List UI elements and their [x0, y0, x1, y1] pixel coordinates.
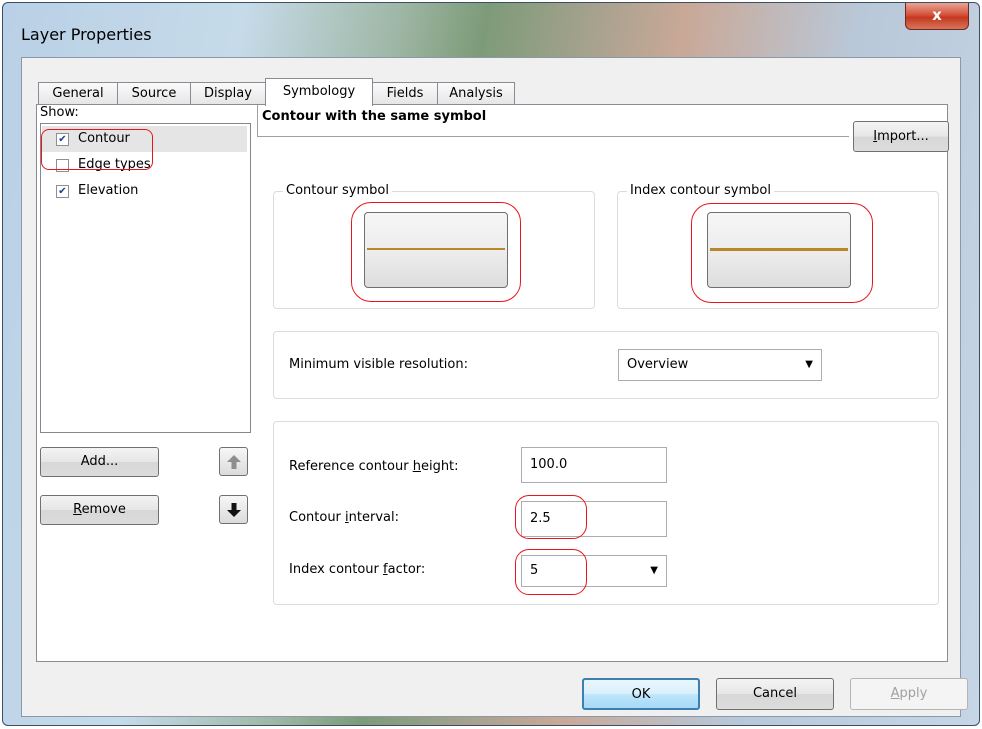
reference-height-label: Reference contour height: [289, 459, 459, 474]
edge-types-checkbox[interactable] [56, 159, 69, 172]
title-bar: Layer Properties x [3, 3, 979, 57]
contour-interval-input[interactable]: 2.5 [521, 501, 667, 537]
chevron-down-icon: ▼ [650, 565, 658, 576]
chevron-down-icon: ▼ [805, 359, 813, 370]
contour-line-swatch [367, 248, 505, 250]
index-symbol-label: Index contour symbol [627, 183, 774, 198]
show-item-label: Contour [78, 131, 130, 146]
index-symbol-button[interactable] [707, 212, 851, 288]
close-button[interactable]: x [905, 3, 969, 30]
contour-interval-label: Contour interval: [289, 510, 400, 525]
import-button[interactable]: Import... [853, 121, 949, 152]
tab-symbology[interactable]: Symbology [265, 78, 373, 106]
tab-source[interactable]: Source [117, 82, 191, 104]
remove-accel: R [73, 502, 82, 517]
index-factor-select[interactable]: 5 ▼ [521, 555, 667, 587]
elevation-checkbox[interactable]: ✔ [56, 185, 69, 198]
apply-button[interactable]: Apply [850, 678, 968, 710]
show-item-contour[interactable]: ✔ Contour [42, 126, 247, 152]
contour-symbol-button[interactable] [364, 212, 508, 288]
show-label: Show: [40, 105, 79, 120]
show-list[interactable]: ✔ Contour Edge types ✔ Elevation [40, 123, 251, 433]
ok-button[interactable]: OK [582, 678, 700, 710]
window-title: Layer Properties [21, 25, 152, 44]
import-accel: I [873, 129, 878, 144]
index-line-swatch [710, 248, 848, 251]
tab-analysis[interactable]: Analysis [437, 82, 515, 104]
show-item-elevation[interactable]: ✔ Elevation [42, 178, 247, 204]
index-factor-label: Index contour factor: [289, 562, 426, 577]
show-item-edge-types[interactable]: Edge types [42, 152, 247, 178]
reference-height-input[interactable]: 100.0 [521, 447, 667, 483]
tab-display[interactable]: Display [190, 82, 266, 104]
move-up-button[interactable] [219, 447, 248, 476]
min-resolution-select[interactable]: Overview ▼ [618, 349, 822, 381]
layer-properties-window: Layer Properties x General Source Displa… [2, 2, 980, 726]
remove-button[interactable]: Remove [40, 495, 159, 525]
contour-symbol-label: Contour symbol [283, 183, 392, 198]
symbology-panel: Show: ✔ Contour Edge types ✔ Elevation A… [36, 104, 949, 662]
index-factor-value: 5 [530, 563, 539, 578]
show-item-label: Edge types [78, 157, 151, 172]
show-item-label: Elevation [78, 183, 139, 198]
arrow-up-icon [226, 455, 241, 469]
min-resolution-value: Overview [627, 357, 689, 372]
close-icon: x [932, 6, 942, 24]
tab-fields[interactable]: Fields [372, 82, 438, 104]
add-button[interactable]: Add... [40, 447, 159, 477]
min-resolution-label: Minimum visible resolution: [289, 357, 468, 372]
apply-accel: A [890, 686, 900, 701]
dialog-frame: General Source Display Symbology Fields … [21, 57, 968, 717]
tab-general[interactable]: General [38, 82, 118, 104]
contour-checkbox[interactable]: ✔ [56, 133, 69, 146]
arrow-down-icon [226, 503, 241, 517]
move-down-button[interactable] [219, 495, 248, 524]
cancel-button[interactable]: Cancel [716, 678, 834, 710]
renderer-heading: Contour with the same symbol [257, 105, 849, 137]
